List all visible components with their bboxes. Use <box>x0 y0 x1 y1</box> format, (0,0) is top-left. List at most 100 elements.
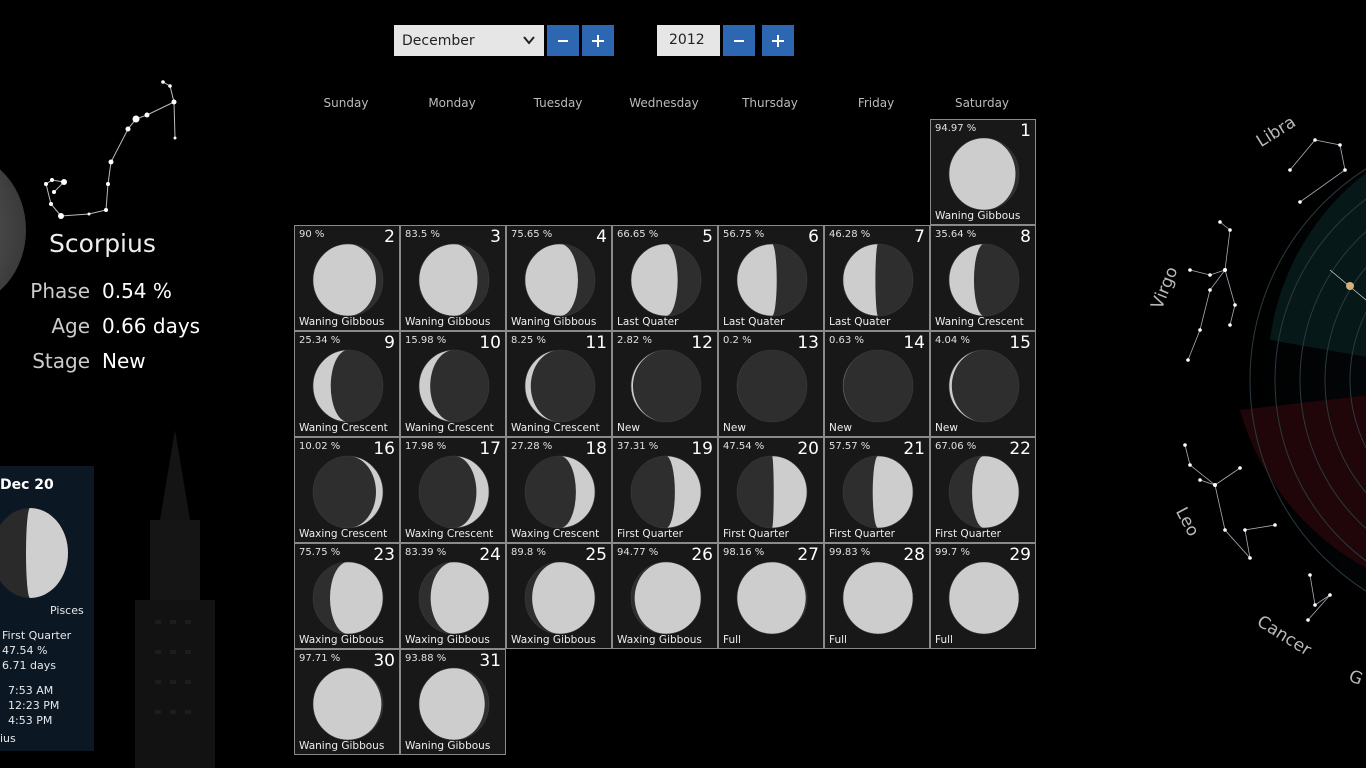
day-cell-31[interactable]: 93.88 % 31 Waning Gibbous <box>400 649 506 755</box>
day-illumination: 2.82 % <box>617 335 652 346</box>
zodiac-wheel <box>1183 138 1366 622</box>
moon-icon <box>418 561 490 635</box>
day-illumination: 99.7 % <box>935 547 970 558</box>
day-cell-12[interactable]: 2.82 % 12 New <box>612 331 718 437</box>
year-increment-button[interactable] <box>762 25 794 56</box>
day-stage: Last Quater <box>617 316 679 328</box>
selected-day-card[interactable]: Dec 20 Pisces First Quarter 47.54 % 6.71… <box>0 466 94 751</box>
constellation-scorpius-icon <box>44 80 177 219</box>
day-stage: Waxing Gibbous <box>299 634 384 646</box>
day-cell-14[interactable]: 0.63 % 14 New <box>824 331 930 437</box>
moon-icon <box>842 243 914 317</box>
year-decrement-button[interactable] <box>723 25 755 56</box>
day-cell-22[interactable]: 67.06 % 22 First Quarter <box>930 437 1036 543</box>
day-stage: Full <box>723 634 741 646</box>
moon-icon <box>630 561 702 635</box>
day-cell-27[interactable]: 98.16 % 27 Full <box>718 543 824 649</box>
day-illumination: 47.54 % <box>723 441 765 452</box>
day-illumination: 27.28 % <box>511 441 553 452</box>
moon-icon <box>418 455 490 529</box>
day-cell-16[interactable]: 10.02 % 16 Waxing Crescent <box>294 437 400 543</box>
year-field[interactable]: 2012 <box>657 25 720 56</box>
card-time-3: 4:53 PM <box>8 714 53 727</box>
day-cell-4[interactable]: 75.65 % 4 Waning Gibbous <box>506 225 612 331</box>
day-stage: Waxing Crescent <box>299 528 388 540</box>
moon-icon <box>736 349 808 423</box>
day-illumination: 17.98 % <box>405 441 447 452</box>
day-cell-23[interactable]: 75.75 % 23 Waxing Gibbous <box>294 543 400 649</box>
month-decrement-button[interactable] <box>547 25 579 56</box>
weekday-monday: Monday <box>428 96 476 110</box>
moon-icon <box>630 455 702 529</box>
day-number: 1 <box>1020 121 1031 141</box>
minus-icon <box>558 40 568 42</box>
moon-icon <box>418 243 490 317</box>
day-cell-13[interactable]: 0.2 % 13 New <box>718 331 824 437</box>
day-illumination: 75.75 % <box>299 547 341 558</box>
day-cell-20[interactable]: 47.54 % 20 First Quarter <box>718 437 824 543</box>
day-illumination: 25.34 % <box>299 335 341 346</box>
day-cell-5[interactable]: 66.65 % 5 Last Quater <box>612 225 718 331</box>
stage-label: Stage <box>32 349 90 373</box>
day-illumination: 10.02 % <box>299 441 341 452</box>
day-illumination: 37.31 % <box>617 441 659 452</box>
day-cell-15[interactable]: 4.04 % 15 New <box>930 331 1036 437</box>
day-cell-9[interactable]: 25.34 % 9 Waning Crescent <box>294 331 400 437</box>
moon-icon <box>312 561 384 635</box>
card-date: Dec 20 <box>0 477 54 493</box>
plus-icon <box>772 35 784 47</box>
day-cell-30[interactable]: 97.71 % 30 Waning Gibbous <box>294 649 400 755</box>
day-cell-17[interactable]: 17.98 % 17 Waxing Crescent <box>400 437 506 543</box>
day-cell-6[interactable]: 56.75 % 6 Last Quater <box>718 225 824 331</box>
day-stage: New <box>829 422 852 434</box>
day-cell-10[interactable]: 15.98 % 10 Waning Crescent <box>400 331 506 437</box>
day-illumination: 97.71 % <box>299 653 341 664</box>
day-illumination: 90 % <box>299 229 325 240</box>
day-stage: Waxing Gibbous <box>617 634 702 646</box>
day-stage: Waxing Gibbous <box>511 634 596 646</box>
day-cell-19[interactable]: 37.31 % 19 First Quarter <box>612 437 718 543</box>
day-stage: Waning Gibbous <box>405 316 491 328</box>
day-cell-29[interactable]: 99.7 % 29 Full <box>930 543 1036 649</box>
day-cell-26[interactable]: 94.77 % 26 Waxing Gibbous <box>612 543 718 649</box>
moon-icon <box>842 349 914 423</box>
weekday-friday: Friday <box>857 96 895 110</box>
moon-icon <box>312 349 384 423</box>
moon-icon <box>948 561 1020 635</box>
day-cell-8[interactable]: 35.64 % 8 Waning Crescent <box>930 225 1036 331</box>
day-illumination: 83.5 % <box>405 229 440 240</box>
day-stage: Waning Gibbous <box>405 740 491 752</box>
phase-label: Phase <box>30 279 90 303</box>
day-stage: First Quarter <box>617 528 683 540</box>
card-footer: ius <box>0 732 16 745</box>
day-illumination: 66.65 % <box>617 229 659 240</box>
day-cell-2[interactable]: 90 % 2 Waning Gibbous <box>294 225 400 331</box>
constellation-name: Scorpius <box>49 229 156 258</box>
day-stage: Waning Crescent <box>511 422 600 434</box>
weekday-sunday: Sunday <box>323 96 369 110</box>
moon-icon <box>312 667 384 741</box>
day-cell-7[interactable]: 46.28 % 7 Last Quater <box>824 225 930 331</box>
day-stage: Waning Gibbous <box>299 740 385 752</box>
day-number: 8 <box>1020 227 1031 247</box>
weekday-thursday: Thursday <box>742 96 798 110</box>
day-stage: Waning Gibbous <box>511 316 597 328</box>
day-cell-24[interactable]: 83.39 % 24 Waxing Gibbous <box>400 543 506 649</box>
day-cell-11[interactable]: 8.25 % 11 Waning Crescent <box>506 331 612 437</box>
month-dropdown[interactable]: December <box>394 25 544 56</box>
day-stage: New <box>617 422 640 434</box>
month-increment-button[interactable] <box>582 25 614 56</box>
day-cell-1[interactable]: 94.97 % 1 Waning Gibbous <box>930 119 1036 225</box>
day-number: 3 <box>490 227 501 247</box>
card-percent: 47.54 % <box>2 644 48 657</box>
moon-icon <box>312 455 384 529</box>
day-cell-25[interactable]: 89.8 % 25 Waxing Gibbous <box>506 543 612 649</box>
day-cell-3[interactable]: 83.5 % 3 Waning Gibbous <box>400 225 506 331</box>
day-cell-21[interactable]: 57.57 % 21 First Quarter <box>824 437 930 543</box>
day-number: 9 <box>384 333 395 353</box>
day-cell-28[interactable]: 99.83 % 28 Full <box>824 543 930 649</box>
moon-icon <box>524 243 596 317</box>
minus-icon <box>734 40 744 42</box>
moon-icon <box>842 455 914 529</box>
day-cell-18[interactable]: 27.28 % 18 Waxing Crescent <box>506 437 612 543</box>
